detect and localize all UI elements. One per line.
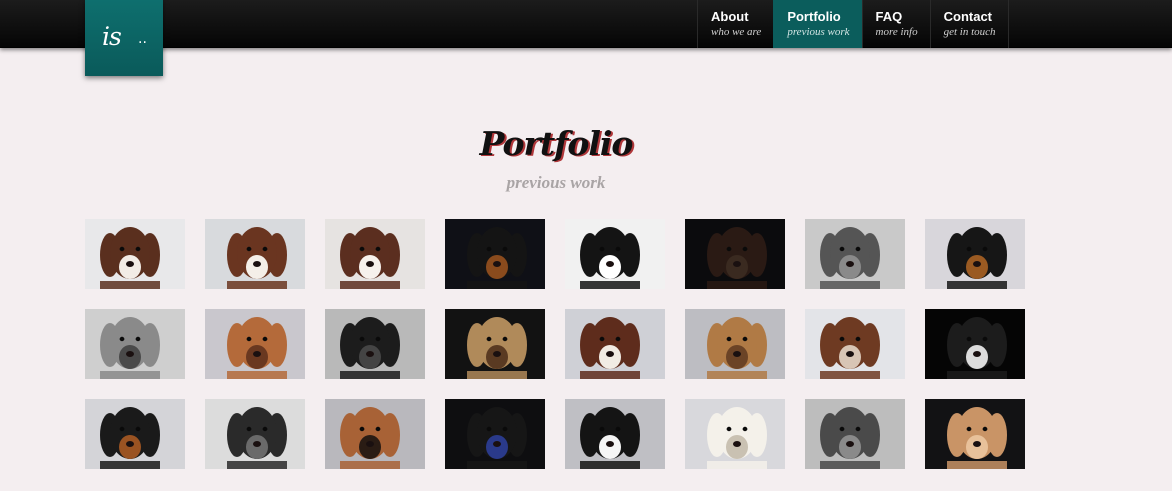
nav-item-subtitle: get in touch xyxy=(943,26,996,38)
nav-item-title: About xyxy=(711,9,749,24)
site-logo[interactable]: is .. xyxy=(85,0,163,76)
nav-item-title: FAQ xyxy=(875,9,903,24)
nav-item-title: Portfolio xyxy=(787,9,841,24)
nav-item-about[interactable]: About who we are xyxy=(697,0,773,48)
dog-photo-18[interactable] xyxy=(205,399,305,469)
dog-photo-7[interactable] xyxy=(805,219,905,289)
dog-photo-4[interactable] xyxy=(445,219,545,289)
dog-photo-1[interactable] xyxy=(85,219,185,289)
dog-photo-11[interactable] xyxy=(325,309,425,379)
page-subtitle: previous work xyxy=(506,173,606,192)
dog-photo-21[interactable] xyxy=(565,399,665,469)
nav-item-subtitle: more info xyxy=(875,26,918,38)
dog-photo-20[interactable] xyxy=(445,399,545,469)
nav-item-title: Contact xyxy=(943,9,992,24)
top-navigation-bar: About who we are Portfolio previous work FAQ… xyxy=(0,0,1172,48)
dog-photo-23[interactable] xyxy=(805,399,905,469)
dog-photo-19[interactable] xyxy=(325,399,425,469)
dog-photo-12[interactable] xyxy=(445,309,545,379)
dog-photo-3[interactable] xyxy=(325,219,425,289)
dog-photo-17[interactable] xyxy=(85,399,185,469)
dog-photo-16[interactable] xyxy=(925,309,1025,379)
page-title: Portfolio xyxy=(479,124,634,163)
dog-photo-15[interactable] xyxy=(805,309,905,379)
dog-photo-24[interactable] xyxy=(925,399,1025,469)
dog-photo-10[interactable] xyxy=(205,309,305,379)
dog-photo-14[interactable] xyxy=(685,309,785,379)
logo-text: is xyxy=(102,22,122,51)
portfolio-gallery xyxy=(85,219,1025,469)
dog-photo-2[interactable] xyxy=(205,219,305,289)
nav-item-subtitle: who we are xyxy=(711,26,762,38)
nav-item-faq[interactable]: FAQ more info xyxy=(861,0,930,48)
dog-photo-6[interactable] xyxy=(685,219,785,289)
dog-photo-8[interactable] xyxy=(925,219,1025,289)
dog-photo-22[interactable] xyxy=(685,399,785,469)
dog-photo-13[interactable] xyxy=(565,309,665,379)
nav-item-portfolio[interactable]: Portfolio previous work xyxy=(773,0,862,48)
nav-item-subtitle: previous work xyxy=(787,26,850,38)
logo-dots: .. xyxy=(138,31,147,47)
main-nav: About who we are Portfolio previous work FAQ… xyxy=(697,0,1009,48)
nav-item-contact[interactable]: Contact get in touch xyxy=(929,0,1009,48)
dog-photo-5[interactable] xyxy=(565,219,665,289)
dog-photo-9[interactable] xyxy=(85,309,185,379)
